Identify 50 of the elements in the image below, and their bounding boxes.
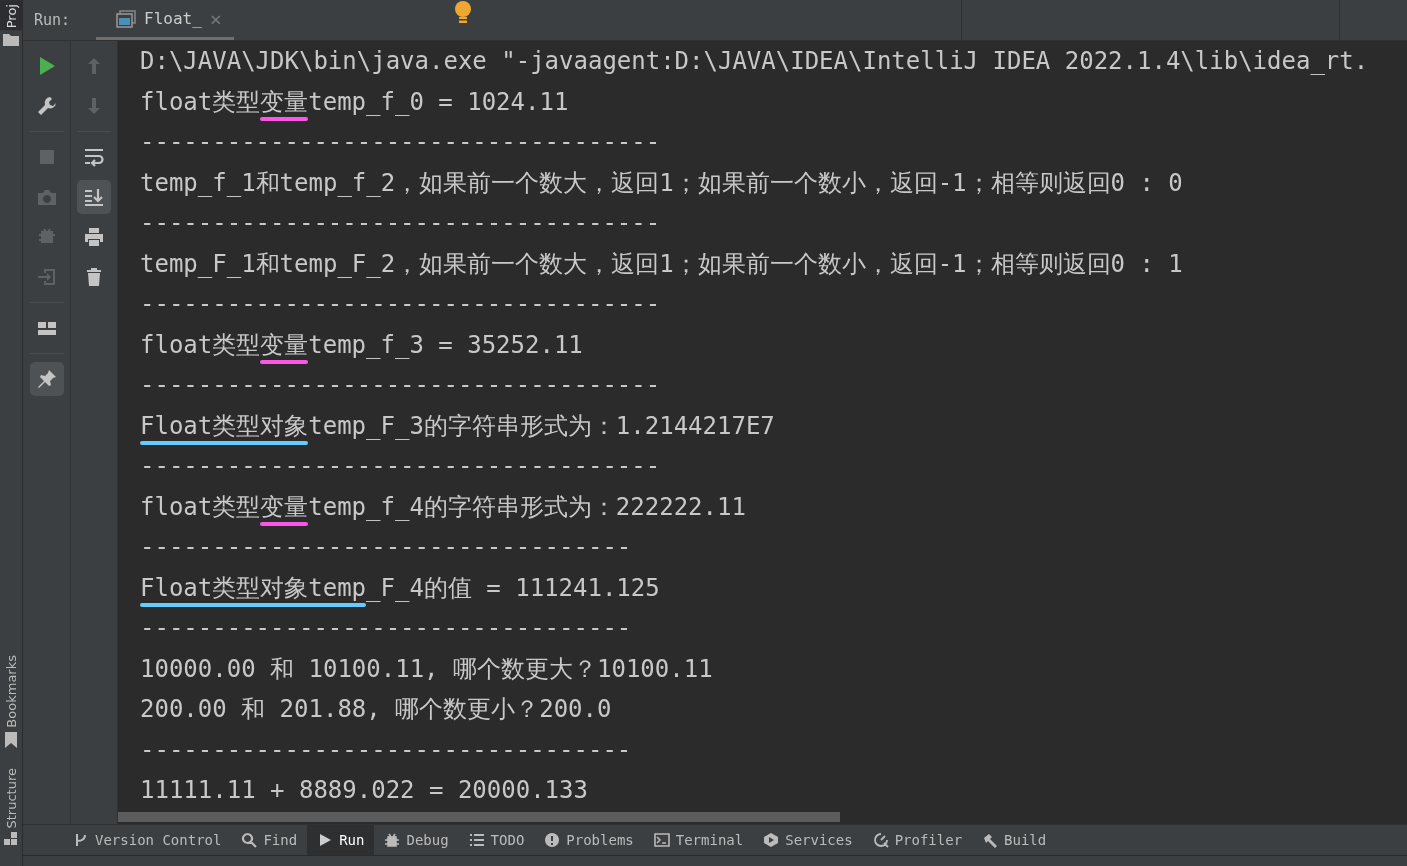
structure-icon [4,832,18,846]
console-icon [116,9,136,28]
list-icon [468,832,485,848]
services-icon [763,832,780,848]
tool-window-tab[interactable]: Find [231,825,308,855]
run-label: Run: [34,11,72,29]
console-line: ------------------------------------ [140,451,661,482]
console-line: ------------------------------------ [140,289,661,320]
folder-icon [3,34,19,47]
console-line: ---------------------------------- [140,613,632,644]
console-line: ---------------------------------- [140,734,632,766]
tool-window-tab[interactable]: Bookmarks [3,654,19,728]
console-line: Float类型对象temp_F_4的值 = 111241.125 [140,567,660,608]
info-icon [544,832,561,848]
branch-icon [73,832,89,848]
console-line: 200.00 和 201.88, 哪个数更小？200.0 [140,694,612,725]
bookmark-icon [5,731,17,748]
console-line: float类型变量temp_f_0 = 1024.11 [140,81,569,122]
tool-window-tab[interactable]: Build [972,825,1057,855]
tool-window-tab[interactable]: Version Control [63,825,232,855]
tool-window-tab[interactable]: Profiler [862,825,973,855]
project-tab[interactable]: Proj [0,0,22,31]
bug-icon [384,832,401,848]
scrollbar[interactable] [118,812,840,822]
console-line: ------------------------------------ [140,370,661,401]
gauge-icon [872,832,889,848]
console-line: 10000.00 和 10100.11, 哪个数更大？10100.11 [140,653,713,685]
tool-window-tab[interactable]: Terminal [643,825,754,855]
console-line: temp_F_1和temp_F_2，如果前一个数大，返回1；如果前一个数小，返回-1；相等则返回0 : 1 [140,248,1183,280]
tool-window-tab[interactable]: Debug [374,825,459,855]
console-line: Float类型对象temp_F_3的字符串形式为：1.2144217E7 [140,405,775,446]
lightbulb-icon[interactable] [453,0,472,26]
console-line: float类型变量temp_f_3 = 35252.11 [140,324,583,365]
tool-window-tab[interactable]: TODO [458,825,535,855]
console-line: ------------------------------------ [140,127,661,158]
tool-window-tab[interactable]: Problems [534,825,644,855]
tool-window-tab[interactable]: Services [753,825,863,855]
console-line: ------------------------------------ [140,208,661,239]
console-line: D:\JAVA\JDK\bin\java.exe "-javaagent:D:\JAVA\IDEA\IntelliJ IDEA 2022.1.4\lib\idea_rt. [140,46,1369,77]
hammer-icon [982,832,999,848]
search-icon [241,832,258,848]
scroll-to-end-icon[interactable] [77,180,111,214]
console-line: ---------------------------------- [140,532,632,563]
console-line: temp_f_1和temp_f_2，如果前一个数大，返回1；如果前一个数小，返回-1；相等则返回0 : 0 [140,167,1183,199]
tool-window-tab[interactable]: Structure [3,767,19,828]
tool-window-tab[interactable]: Run [307,825,375,855]
console-line: float类型变量temp_f_4的字符串形式为：222222.11 [140,486,746,527]
terminal-icon [653,832,670,848]
pin-icon[interactable] [29,362,64,396]
console-line: 11111.11 + 8889.022 = 20000.133 [140,775,588,806]
